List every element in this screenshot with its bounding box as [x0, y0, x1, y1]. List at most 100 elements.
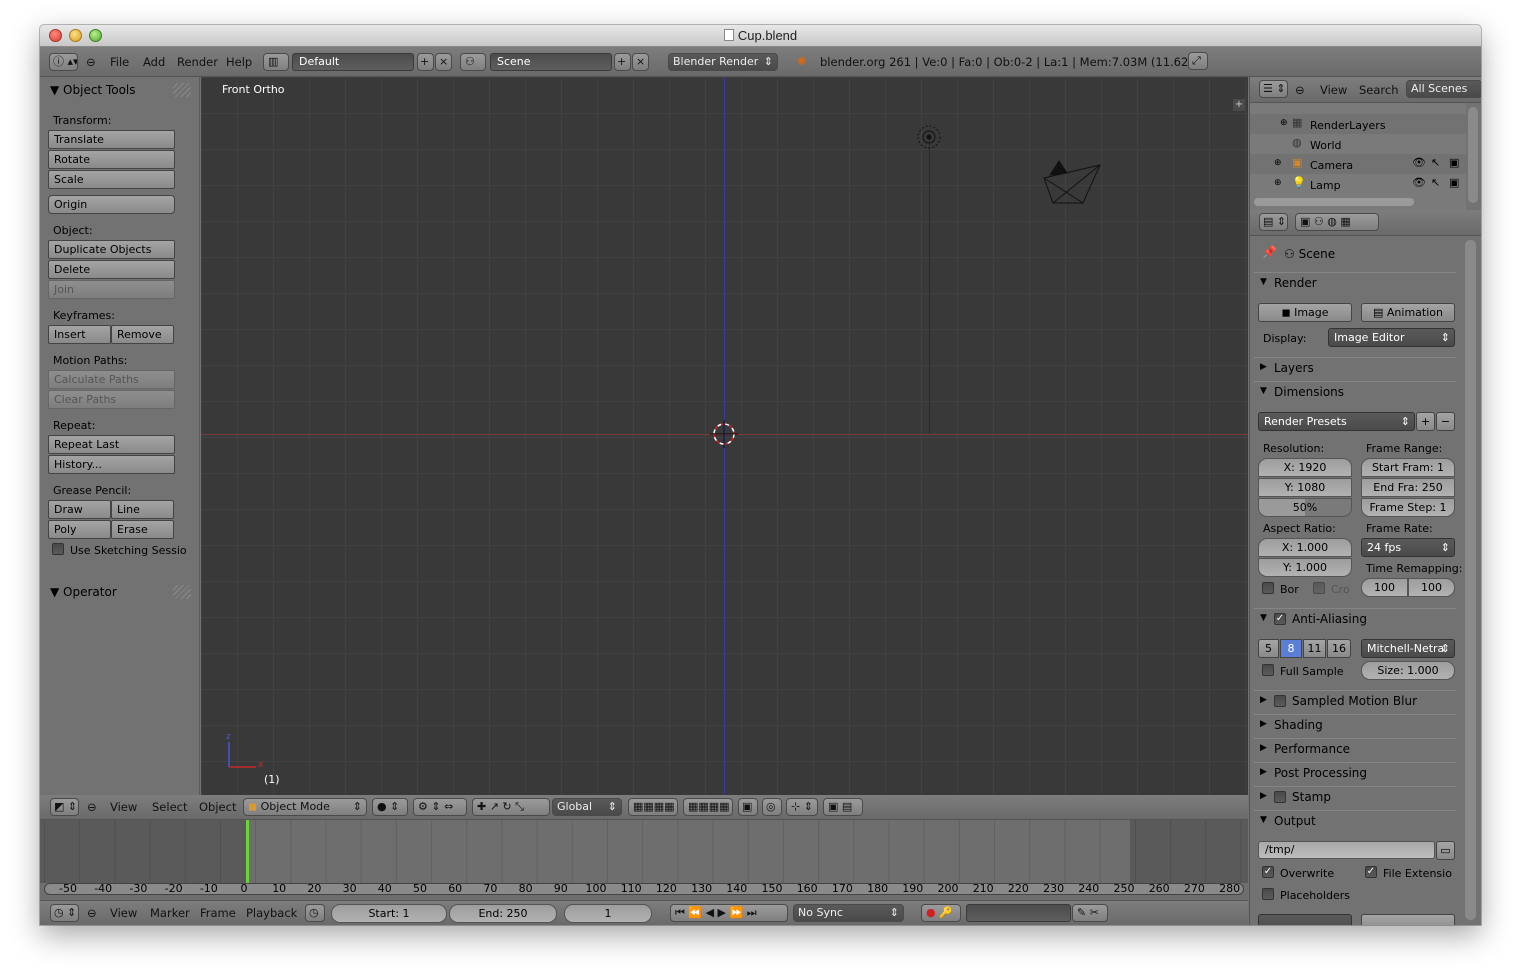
file-format-select[interactable]	[1258, 914, 1352, 925]
context-tabs[interactable]: ▣ ⚇ ◍ ▦	[1295, 213, 1379, 231]
outliner-item-lamp[interactable]: Lamp	[1310, 179, 1341, 192]
full-sample-checkbox[interactable]	[1262, 664, 1274, 676]
3d-viewport[interactable]: Front Ortho z x + (1)	[201, 77, 1248, 818]
duplicate-objects-button[interactable]: Duplicate Objects	[48, 240, 175, 259]
stamp-section[interactable]: ▶ Stamp	[1254, 786, 1456, 808]
select-arrow-icon[interactable]: ↖	[1431, 156, 1440, 169]
draw-button[interactable]: Draw	[48, 500, 111, 519]
editor-type-properties-icon[interactable]: ▤ ⇕	[1259, 213, 1288, 231]
menu-select[interactable]: Select	[152, 800, 187, 814]
scale-button[interactable]: Scale	[48, 170, 175, 189]
erase-button[interactable]: Erase	[111, 520, 174, 539]
browse-folder-icon[interactable]: ▭	[1436, 841, 1455, 860]
start-frame-field[interactable]: Start: 1	[331, 904, 447, 923]
render-section[interactable]: ▼ Render	[1254, 272, 1456, 294]
menu-object[interactable]: Object	[199, 800, 236, 814]
use-sketching-checkbox[interactable]	[52, 543, 64, 555]
delete-screen-button[interactable]: ×	[435, 53, 452, 71]
render-camera-icon[interactable]: ▣	[1449, 176, 1459, 189]
editor-type-selector[interactable]: ⓘ ▴▾	[49, 53, 78, 71]
post-processing-section[interactable]: ▶ Post Processing	[1254, 762, 1456, 784]
scene-icon[interactable]: ⚇	[460, 53, 486, 71]
render-animation-button[interactable]: ▤ Animation	[1361, 303, 1455, 322]
join-button[interactable]: Join	[48, 280, 175, 299]
menu-add[interactable]: Add	[143, 55, 165, 69]
file-extensions-checkbox[interactable]: ✓	[1365, 866, 1377, 878]
render-camera-icon[interactable]: ▣	[1449, 156, 1459, 169]
manipulator-buttons[interactable]: ✚ ↗ ↻ ⤡	[472, 798, 550, 816]
rotate-button[interactable]: Rotate	[48, 150, 175, 169]
end-frame-property[interactable]: End Fra: 250	[1361, 478, 1455, 497]
shading-select[interactable]: ● ⇕	[372, 798, 408, 816]
aa-samples-8[interactable]: 8	[1280, 639, 1302, 658]
operator-panel-header[interactable]: ▼ Operator	[50, 585, 117, 599]
menu-playback[interactable]: Playback	[246, 906, 297, 920]
aspect-x-field[interactable]: X: 1.000	[1258, 538, 1352, 557]
output-path-field[interactable]: /tmp/	[1258, 841, 1435, 859]
collapse-menu-icon[interactable]: ⊖	[87, 800, 97, 814]
aspect-y-field[interactable]: Y: 1.000	[1258, 558, 1352, 577]
color-mode-buttons[interactable]	[1361, 914, 1455, 925]
menu-help[interactable]: Help	[226, 55, 252, 69]
overwrite-checkbox[interactable]: ✓	[1262, 866, 1274, 878]
panel-grip-icon[interactable]	[173, 585, 191, 599]
menu-frame[interactable]: Frame	[200, 906, 236, 920]
scene-field[interactable]: Scene	[490, 53, 612, 71]
lock-layers-icon[interactable]: ▣	[738, 798, 758, 816]
resolution-y-field[interactable]: Y: 1080	[1258, 478, 1352, 497]
layers-row-1[interactable]: ▦▦▦▦	[628, 798, 678, 816]
delete-scene-button[interactable]: ×	[632, 53, 649, 71]
render-engine-select[interactable]: Blender Render ⇕	[668, 53, 778, 71]
stamp-checkbox[interactable]	[1274, 791, 1286, 803]
performance-section[interactable]: ▶ Performance	[1254, 738, 1456, 760]
aa-samples-16[interactable]: 16	[1327, 639, 1351, 658]
screen-layout-icon[interactable]: ▥	[263, 53, 289, 71]
insert-keyframe-button[interactable]: Insert	[48, 325, 111, 344]
remove-preset-button[interactable]: −	[1436, 412, 1455, 431]
pivot-select[interactable]: ⚙ ⇕ ⇔	[413, 798, 467, 816]
layers-section[interactable]: ▶ Layers	[1254, 357, 1456, 379]
resolution-x-field[interactable]: X: 1920	[1258, 458, 1352, 477]
sync-select[interactable]: No Sync ⇕	[793, 904, 904, 922]
calculate-paths-button[interactable]: Calculate Paths	[48, 370, 175, 389]
properties-scrollbar[interactable]	[1465, 240, 1476, 920]
motion-blur-checkbox[interactable]	[1274, 695, 1286, 707]
menu-outliner-view[interactable]: View	[1320, 83, 1347, 97]
poly-button[interactable]: Poly	[48, 520, 111, 539]
aa-samples-11[interactable]: 11	[1303, 639, 1326, 658]
timeline-area[interactable]: -50 -40 -30 -20 -10 0 10 20 30 40 50 60 70 80 90 100 110…	[40, 820, 1248, 900]
record-buttons[interactable]: ● 🔑	[921, 904, 961, 922]
keying-set-field[interactable]	[966, 904, 1071, 922]
add-preset-button[interactable]: +	[1416, 412, 1435, 431]
translate-button[interactable]: Translate	[48, 130, 175, 149]
clear-paths-button[interactable]: Clear Paths	[48, 390, 175, 409]
add-screen-button[interactable]: +	[417, 53, 434, 71]
object-tools-panel-header[interactable]: ▼ Object Tools	[50, 83, 136, 97]
delete-button[interactable]: Delete	[48, 260, 175, 279]
resolution-percentage-slider[interactable]: 50%	[1258, 498, 1352, 517]
outliner-filter-select[interactable]: All Scenes	[1406, 80, 1481, 98]
layers-row-2[interactable]: ▦▦▦▦	[683, 798, 733, 816]
menu-timeline-view[interactable]: View	[110, 906, 137, 920]
editor-type-3d-icon[interactable]: ◩ ⇕	[50, 798, 79, 816]
render-presets-select[interactable]: Render Presets ⇕	[1258, 412, 1415, 431]
preview-range-icon[interactable]: ◷	[305, 904, 325, 922]
outliner-item-world[interactable]: World	[1310, 139, 1342, 152]
current-frame-indicator[interactable]	[246, 820, 249, 883]
aa-size-field[interactable]: Size: 1.000	[1361, 661, 1455, 680]
render-opengl-buttons[interactable]: ▣ ▤	[823, 798, 863, 816]
shading-section[interactable]: ▶ Shading	[1254, 714, 1456, 736]
remap-new-field[interactable]: 100	[1408, 578, 1455, 597]
outliner-item-renderlayers[interactable]: RenderLayers	[1310, 119, 1386, 132]
anti-aliasing-section[interactable]: ▼ ✓ Anti-Aliasing	[1254, 608, 1456, 630]
repeat-last-button[interactable]: Repeat Last	[48, 435, 175, 454]
outliner-hscrollbar[interactable]	[1254, 198, 1414, 206]
select-arrow-icon[interactable]: ↖	[1431, 176, 1440, 189]
dimensions-section[interactable]: ▼ Dimensions	[1254, 381, 1456, 403]
start-frame-property[interactable]: Start Fram: 1	[1361, 458, 1455, 477]
line-button[interactable]: Line	[111, 500, 174, 519]
remove-keyframe-button[interactable]: Remove	[111, 325, 174, 344]
menu-search[interactable]: Search	[1359, 83, 1399, 97]
current-frame-field[interactable]: 1	[564, 904, 652, 923]
orientation-select[interactable]: Global ⇕	[552, 798, 622, 816]
